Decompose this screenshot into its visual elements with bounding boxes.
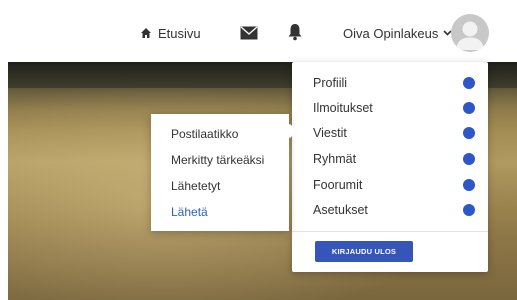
user-dropdown-menu: Profiili Ilmoitukset Viestit Ryhmät Foor…	[292, 62, 488, 272]
menu-item-dot-icon	[463, 127, 475, 139]
menu-item-label: Ilmoitukset	[313, 101, 373, 115]
menu-item-label: Asetukset	[313, 203, 368, 217]
submenu-item-starred[interactable]: Merkitty tärkeäksi	[171, 151, 289, 169]
home-icon	[141, 28, 151, 38]
menu-item-groups[interactable]: Ryhmät	[313, 150, 483, 168]
top-navbar: Etusivu Oiva Opinlakeus	[0, 0, 517, 62]
menu-item-dot-icon	[463, 77, 475, 89]
menu-item-notifications[interactable]: Ilmoitukset	[313, 99, 483, 117]
user-menu-toggle[interactable]: Oiva Opinlakeus	[343, 24, 452, 42]
menu-item-label: Profiili	[313, 76, 348, 90]
avatar-silhouette-icon	[456, 21, 484, 50]
submenu-item-sent[interactable]: Lähetetyt	[171, 177, 289, 195]
menu-item-label: Viestit	[313, 126, 347, 140]
bell-icon[interactable]	[287, 23, 303, 41]
home-link-label: Etusivu	[158, 25, 201, 41]
menu-item-settings[interactable]: Asetukset	[313, 201, 483, 219]
menu-divider	[292, 231, 488, 232]
menu-item-dot-icon	[463, 102, 475, 114]
logout-button[interactable]: KIRJAUDU ULOS	[315, 241, 413, 262]
menu-item-forums[interactable]: Foorumit	[313, 176, 483, 194]
menu-item-dot-icon	[463, 153, 475, 165]
menu-item-label: Foorumit	[313, 178, 363, 192]
submenu-item-inbox[interactable]: Postilaatikko	[171, 125, 289, 143]
messages-submenu: Postilaatikko Merkitty tärkeäksi Lähetet…	[151, 114, 289, 231]
envelope-icon[interactable]	[240, 26, 258, 40]
submenu-item-compose[interactable]: Lähetä	[171, 203, 289, 221]
user-avatar[interactable]	[451, 14, 489, 52]
menu-item-profile[interactable]: Profiili	[313, 74, 483, 92]
menu-item-messages[interactable]: Viestit	[313, 124, 483, 142]
menu-item-dot-icon	[463, 204, 475, 216]
menu-item-dot-icon	[463, 179, 475, 191]
home-link[interactable]: Etusivu	[140, 24, 201, 42]
menu-item-label: Ryhmät	[313, 152, 357, 166]
user-name-label: Oiva Opinlakeus	[343, 25, 439, 41]
